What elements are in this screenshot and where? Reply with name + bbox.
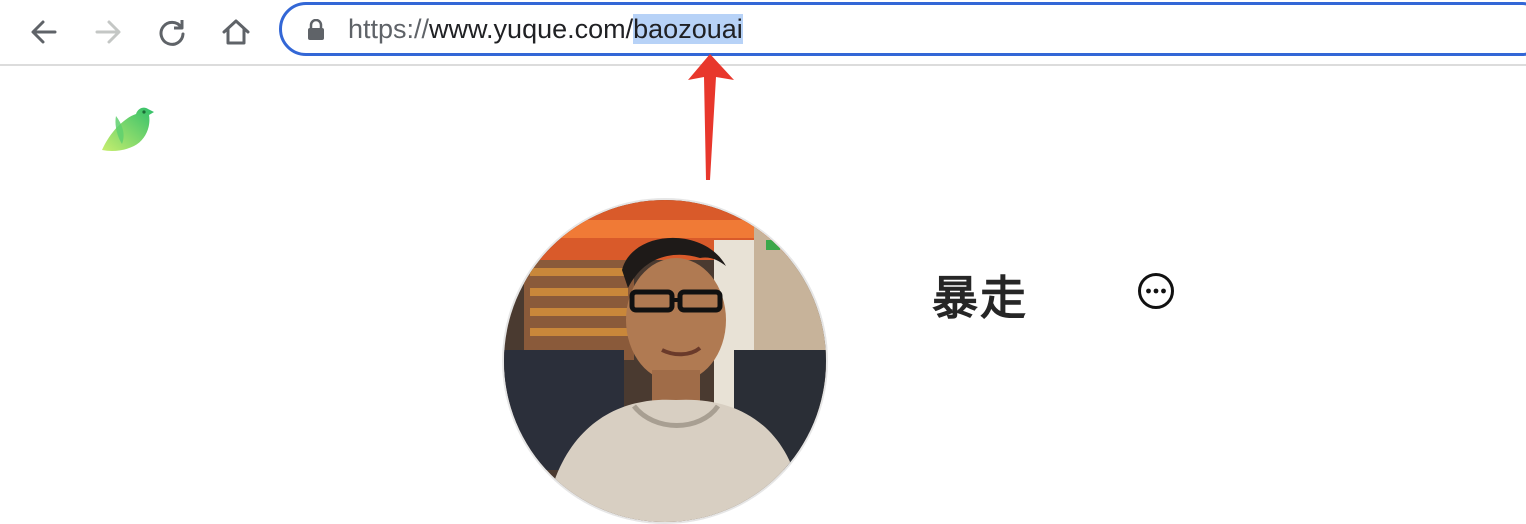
url-path-selected: baozouai — [633, 14, 743, 44]
more-options-button[interactable] — [1136, 271, 1176, 311]
back-button[interactable] — [24, 12, 64, 52]
browser-toolbar: https://www.yuque.com/baozouai — [0, 0, 1526, 66]
reload-button[interactable] — [152, 12, 192, 52]
arrow-right-icon — [93, 17, 123, 47]
reload-icon — [157, 17, 187, 47]
ellipsis-circle-icon — [1136, 273, 1176, 315]
url-text[interactable]: https://www.yuque.com/baozouai — [348, 13, 743, 45]
arrow-left-icon — [29, 17, 59, 47]
address-bar[interactable]: https://www.yuque.com/baozouai — [279, 2, 1526, 56]
forward-button[interactable] — [88, 12, 128, 52]
home-button[interactable] — [216, 12, 256, 52]
avatar[interactable] — [502, 198, 828, 524]
yuque-logo[interactable] — [100, 104, 156, 161]
lock-icon[interactable] — [306, 18, 326, 46]
url-scheme: https:// — [348, 14, 430, 44]
profile-name: 暴走 — [932, 271, 1028, 325]
avatar-image — [504, 200, 826, 522]
home-icon — [221, 17, 251, 47]
url-host: www.yuque.com/ — [429, 14, 634, 44]
red-arrow-annotation — [680, 50, 740, 190]
yuque-bird-logo-icon — [100, 107, 156, 160]
